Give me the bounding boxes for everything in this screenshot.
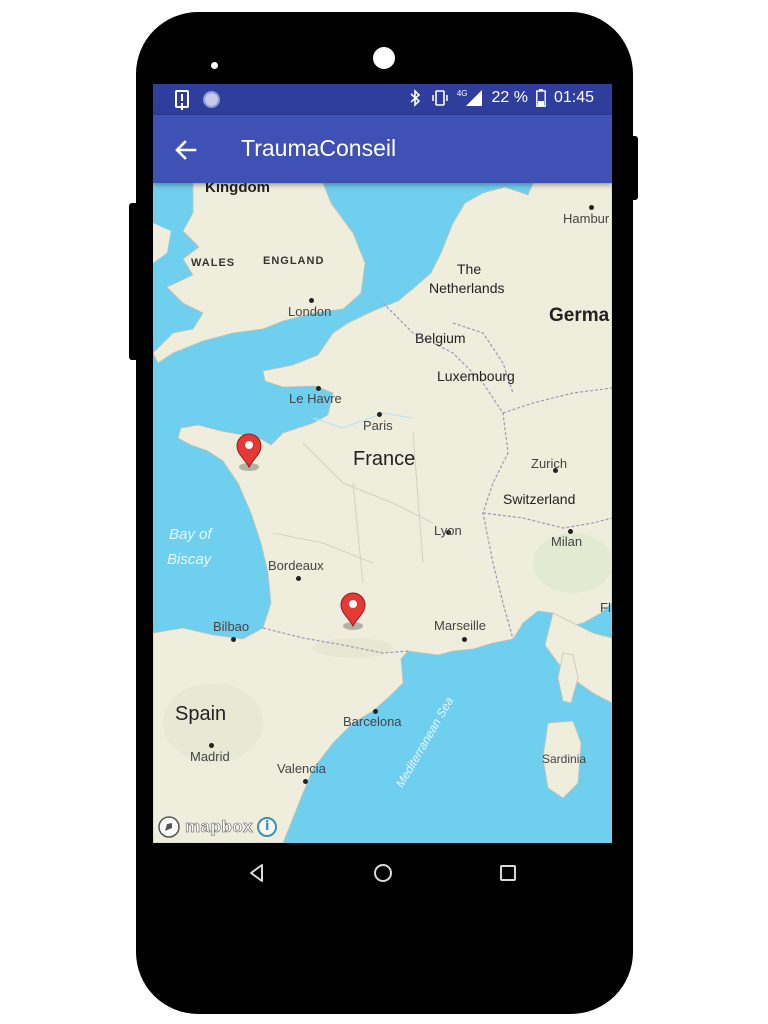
clock: 01:45 xyxy=(553,89,594,106)
nav-recents-icon[interactable] xyxy=(496,861,520,885)
page-title: TraumaConseil xyxy=(241,135,397,161)
label-valencia: Valencia xyxy=(277,761,326,776)
mapbox-logo-icon xyxy=(158,816,180,838)
map-canvas[interactable] xyxy=(153,183,612,843)
alert-notification-icon xyxy=(175,90,189,108)
map-marker-brittany[interactable] xyxy=(235,433,263,473)
vibrate-icon xyxy=(432,90,448,106)
label-france: France xyxy=(353,448,416,470)
app-toolbar: TraumaConseil xyxy=(153,115,612,183)
map-view[interactable]: Kingdom WALES ENGLAND London Hambur The … xyxy=(153,179,612,843)
madrid-dot xyxy=(209,743,214,748)
label-milan: Milan xyxy=(551,534,583,549)
marseille-dot xyxy=(462,637,467,642)
battery-percent: 22 % xyxy=(491,89,528,106)
label-paris: Paris xyxy=(363,418,393,433)
label-bay-of: Bay of xyxy=(169,526,212,543)
map-marker-toulouse[interactable] xyxy=(339,592,367,632)
mapbox-wordmark: mapbox xyxy=(185,817,254,837)
label-netherlands: Netherlands xyxy=(429,280,505,296)
back-arrow-icon[interactable] xyxy=(171,135,201,165)
bordeaux-dot xyxy=(296,576,301,581)
label-barcelona: Barcelona xyxy=(343,714,402,729)
label-marseille: Marseille xyxy=(434,618,487,633)
label-germany: Germa xyxy=(549,305,610,326)
label-lyon: Lyon xyxy=(434,523,462,538)
label-bilbao: Bilbao xyxy=(213,619,250,634)
navigation-bar xyxy=(153,843,612,903)
mapbox-attribution: mapbox i xyxy=(157,815,278,839)
status-bar: 4G 22 % 01:45 xyxy=(153,84,612,115)
label-fl: Fl xyxy=(600,600,611,615)
label-bordeaux: Bordeaux xyxy=(268,558,324,573)
nav-home-icon[interactable] xyxy=(371,861,395,885)
front-camera xyxy=(373,47,395,69)
label-switzerland: Switzerland xyxy=(503,491,576,507)
label-hamburg: Hambur xyxy=(563,211,610,226)
label-le-havre: Le Havre xyxy=(289,391,342,406)
label-england: ENGLAND xyxy=(263,255,325,267)
proximity-sensor xyxy=(211,62,218,69)
bluetooth-icon xyxy=(410,89,420,107)
label-wales: WALES xyxy=(191,257,236,269)
hamburg-dot xyxy=(589,205,594,210)
label-london: London xyxy=(288,304,332,319)
label-belgium: Belgium xyxy=(415,330,466,346)
label-luxembourg: Luxembourg xyxy=(437,368,515,384)
london-dot xyxy=(309,298,314,303)
power-button xyxy=(630,136,638,200)
battery-icon xyxy=(536,89,546,107)
info-icon[interactable]: i xyxy=(257,817,278,837)
label-biscay: Biscay xyxy=(167,551,212,568)
screen: 4G 22 % 01:45 TraumaConseil Kingdom WALE… xyxy=(153,84,612,843)
bilbao-dot xyxy=(231,637,236,642)
label-madrid: Madrid xyxy=(190,749,230,764)
valencia-dot xyxy=(303,779,308,784)
nav-back-icon[interactable] xyxy=(245,861,269,885)
label-spain: Spain xyxy=(175,703,227,725)
sync-notification-icon xyxy=(203,90,220,108)
volume-button xyxy=(129,203,138,360)
paris-dot xyxy=(377,412,382,417)
label-the: The xyxy=(457,261,482,277)
label-sardinia: Sardinia xyxy=(542,752,587,766)
signal-icon: 4G xyxy=(457,89,484,107)
label-zurich: Zurich xyxy=(531,456,568,471)
